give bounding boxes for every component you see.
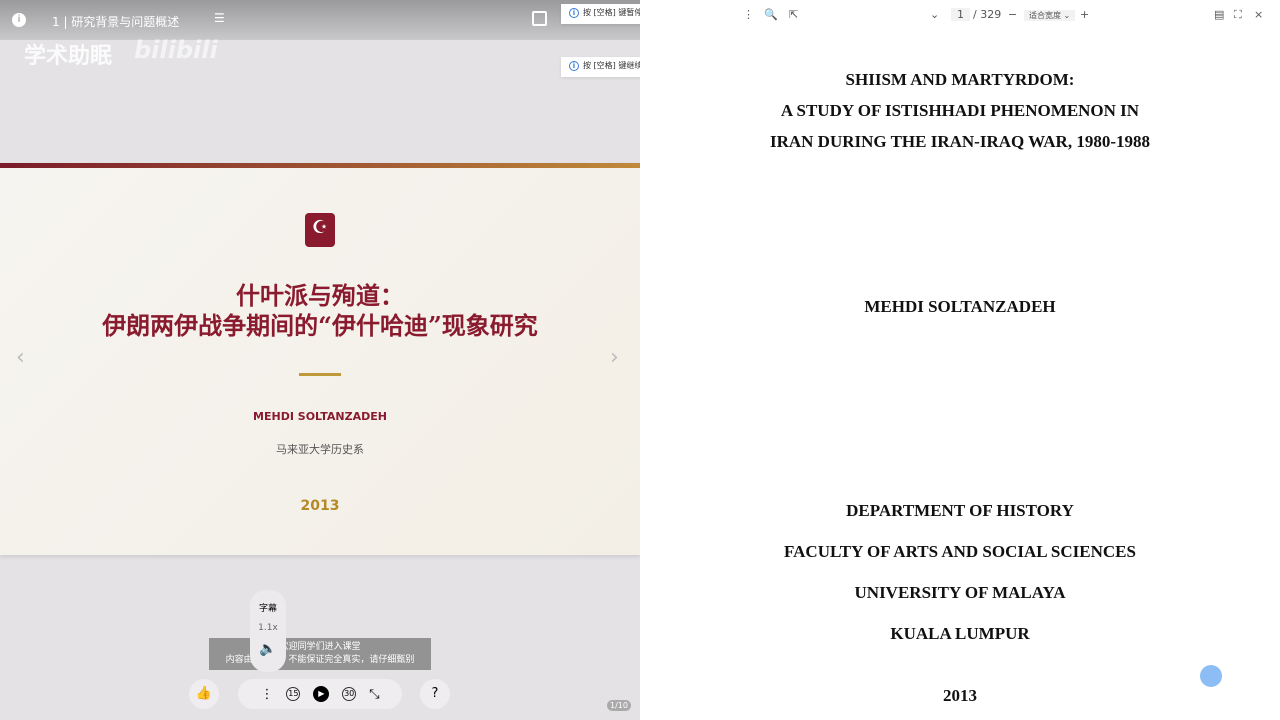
zoom-select[interactable]: 适合宽度 ⌄ [1024, 10, 1076, 21]
like-icon[interactable]: 👍 [189, 679, 219, 709]
play-icon[interactable]: ▶ [313, 686, 330, 702]
slide-author: MEHDI SOLTANZADEH [253, 410, 387, 423]
subtitle-line2: 内容由AI生成，不能保证完全真实，请仔细甄别 [225, 655, 415, 665]
help-icon[interactable]: ? [420, 679, 450, 709]
search-icon[interactable]: 🔍 [764, 8, 778, 21]
doc-title-line3: IRAN DURING THE IRAN-IRAQ WAR, 1980-1988 [769, 132, 1150, 151]
chapter-title[interactable]: 1 | 研究背景与问题概述 [52, 13, 179, 30]
fullscreen-icon[interactable]: ⛶ [1234, 8, 1242, 22]
zoom-out-icon[interactable]: − [1008, 8, 1017, 21]
more-icon[interactable]: ⋮ [743, 8, 754, 21]
pdf-viewer: ⋮ 🔍 ⇱ ⌄ 1 / 329 − 适合宽度 ⌄ + ▤ ⛶ × SHIISM … [640, 0, 1280, 720]
page-indicator: 1/10 [607, 700, 631, 711]
doc-department: DEPARTMENT OF HISTORY [846, 501, 1074, 520]
captions-button[interactable]: 字幕 [250, 601, 286, 614]
watermark: 学术助眠 [24, 44, 113, 69]
slide-department: 马来亚大学历史系 [276, 443, 364, 456]
playback-controls: ⋮ 15 ▶ 30 ⤡ [238, 679, 402, 709]
close-icon[interactable]: × [1254, 8, 1263, 21]
doc-university: UNIVERSITY OF MALAYA [854, 583, 1066, 602]
page-input[interactable]: 1 [951, 8, 970, 21]
page-total: / 329 [973, 8, 1002, 21]
info-icon: i [569, 61, 579, 71]
doc-author: MEHDI SOLTANZADEH [864, 297, 1056, 316]
player-top-bar: i 1 | 研究背景与问题概述 ☰ [0, 0, 640, 40]
doc-faculty: FACULTY OF ARTS AND SOCIAL SCIENCES [784, 542, 1136, 561]
prev-slide-icon[interactable]: ‹ [16, 345, 25, 370]
forward-icon[interactable]: 30 [342, 687, 357, 701]
slide-year: 2013 [300, 498, 340, 514]
sidebar-toggle-icon[interactable] [532, 11, 547, 26]
pdf-toolbar: ⋮ 🔍 ⇱ ⌄ 1 / 329 − 适合宽度 ⌄ + ▤ ⛶ × [640, 0, 1280, 30]
speed-button[interactable]: 1.1x [250, 623, 286, 633]
divider [299, 373, 341, 376]
more-icon[interactable]: ⋮ [260, 687, 273, 702]
bilibili-logo: bilibili [134, 36, 218, 64]
floating-assistant-button[interactable] [1200, 665, 1222, 687]
info-icon: i [569, 8, 579, 18]
collapse-icon[interactable]: ⤡ [369, 687, 379, 702]
crescent-book-icon: ☪ [305, 213, 335, 247]
info-icon[interactable]: i [12, 13, 26, 27]
lecture-player: i 1 | 研究背景与问题概述 ☰ 学术助眠 bilibili ☪ 什叶派与殉道… [0, 0, 640, 720]
doc-city: KUALA LUMPUR [890, 624, 1030, 643]
slide: ☪ 什叶派与殉道： 伊朗两伊战争期间的“伊什哈迪”现象研究 MEHDI SOLT… [0, 163, 640, 555]
rewind-icon[interactable]: 15 [286, 687, 301, 701]
scroll-down-icon[interactable]: ⌄ [930, 8, 939, 21]
next-slide-icon[interactable]: › [610, 345, 619, 370]
slide-title-line2: 伊朗两伊战争期间的“伊什哈迪”现象研究 [102, 311, 538, 340]
select-cursor-icon[interactable]: ⇱ [789, 8, 798, 21]
save-icon[interactable]: ▤ [1214, 8, 1224, 21]
subtitle-box: 欢迎同学们进入课堂 内容由AI生成，不能保证完全真实，请仔细甄别 [209, 638, 431, 670]
subtitle-line1: 欢迎同学们进入课堂 [279, 642, 361, 652]
zoom-in-icon[interactable]: + [1080, 8, 1089, 21]
settings-popup: 字幕 1.1x 🔈 [250, 590, 286, 672]
volume-icon[interactable]: 🔈 [250, 641, 286, 657]
doc-title-line2: A STUDY OF ISTISHHADI PHENOMENON IN [780, 101, 1140, 120]
list-icon[interactable]: ☰ [214, 11, 225, 25]
doc-year: 2013 [943, 686, 977, 705]
doc-title-line1: SHIISM AND MARTYRDOM: [845, 70, 1075, 89]
